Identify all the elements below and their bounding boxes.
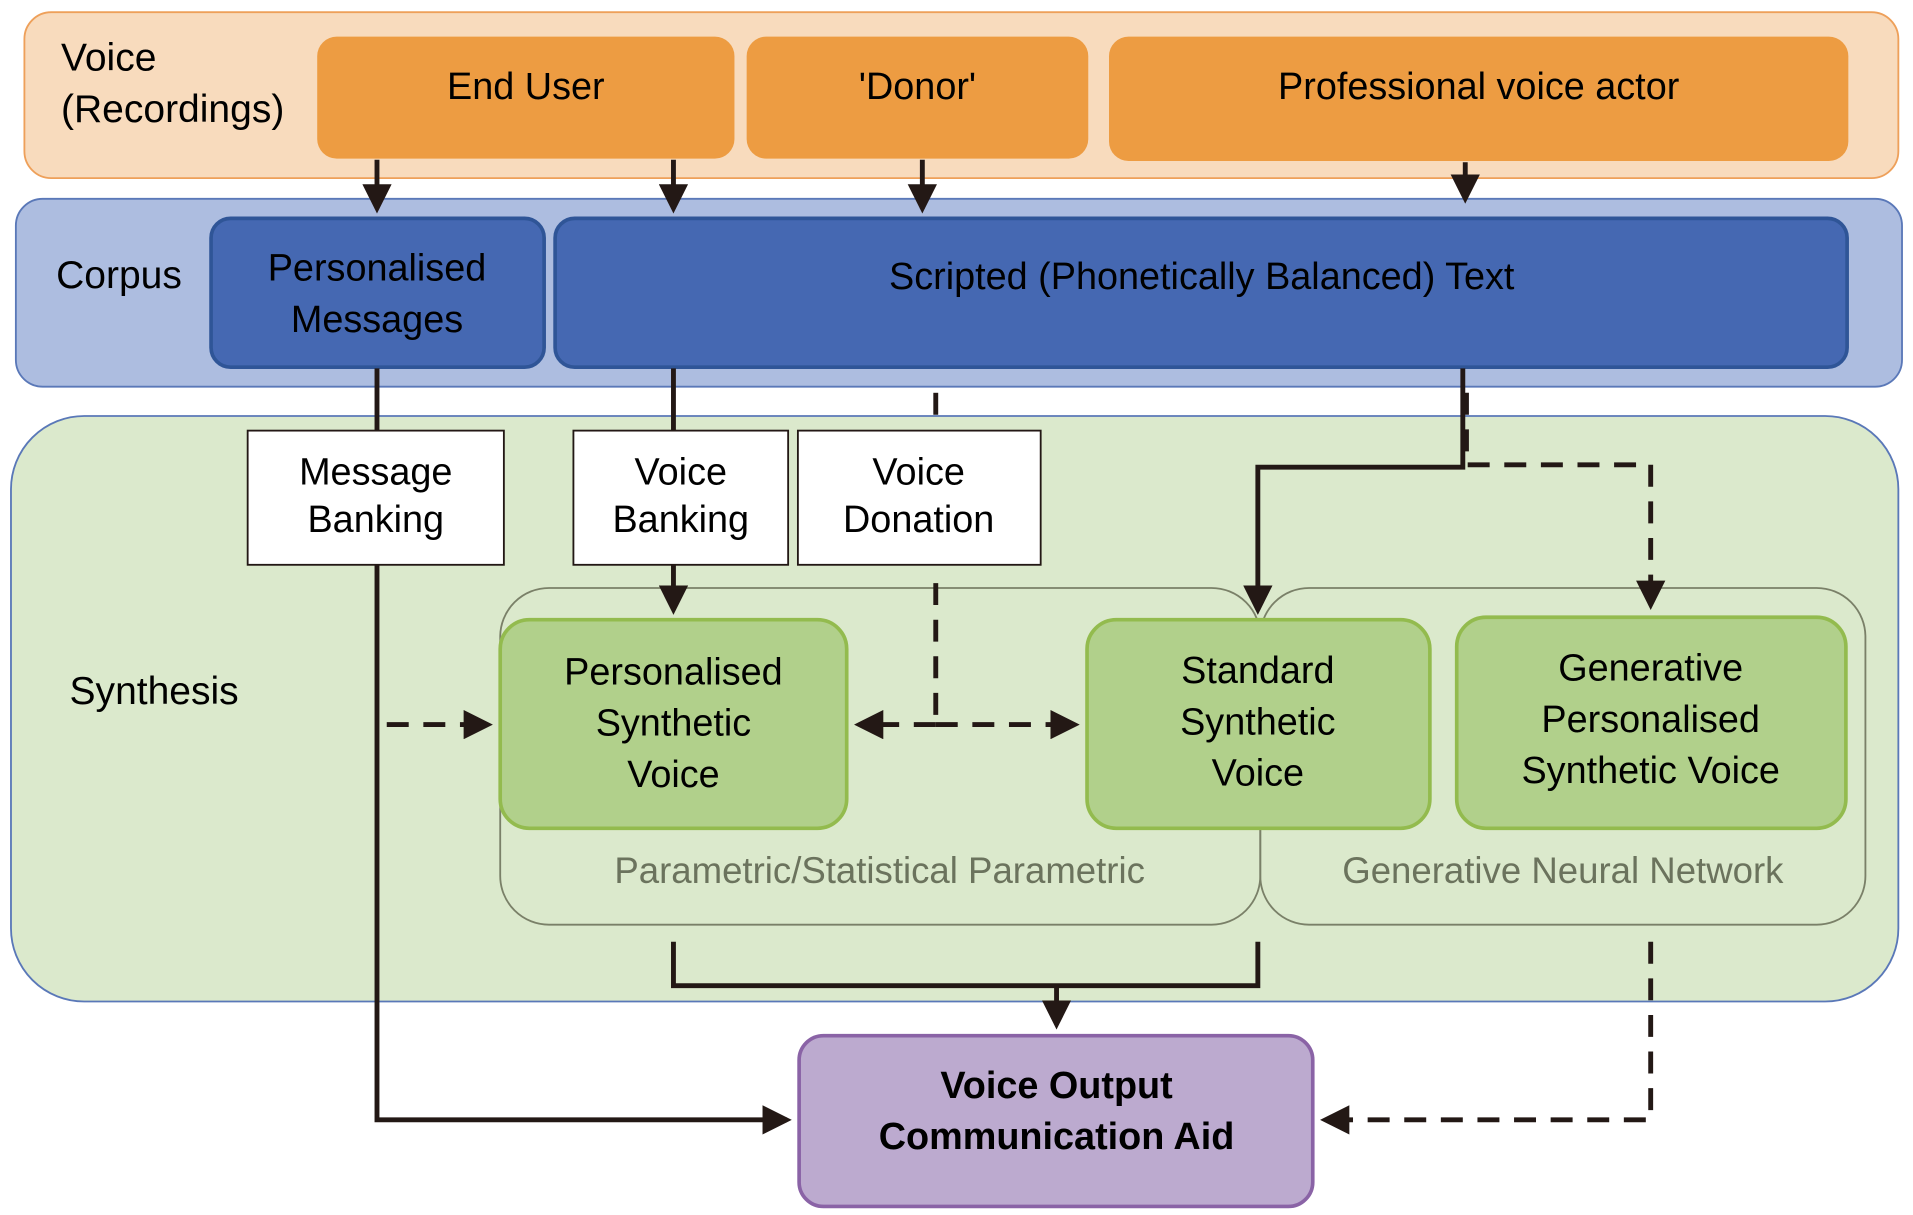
output-label-2: Communication Aid bbox=[879, 1116, 1235, 1158]
output-label-1: Voice Output bbox=[940, 1065, 1173, 1107]
synthesis-band-label: Synthesis bbox=[70, 670, 239, 713]
group-parametric-label: Parametric/Statistical Parametric bbox=[614, 850, 1145, 891]
personalised-synthetic-label-2: Synthetic bbox=[596, 703, 751, 745]
personalised-messages-label-2: Messages bbox=[291, 299, 463, 341]
generative-personalised-label-3: Synthetic Voice bbox=[1521, 750, 1779, 792]
source-professional-actor-label: Professional voice actor bbox=[1278, 66, 1679, 108]
generative-personalised-label-2: Personalised bbox=[1541, 699, 1760, 741]
personalised-synthetic-label-1: Personalised bbox=[564, 651, 783, 693]
personalised-messages-label-1: Personalised bbox=[268, 248, 487, 290]
voice-band-label: Voice bbox=[61, 37, 156, 80]
source-end-user-label: End User bbox=[447, 66, 605, 108]
source-donor-label: 'Donor' bbox=[859, 66, 976, 108]
standard-synthetic-label-2: Synthetic bbox=[1180, 701, 1335, 743]
standard-synthetic-label-3: Voice bbox=[1212, 753, 1304, 795]
scripted-text-label: Scripted (Phonetically Balanced) Text bbox=[889, 256, 1515, 298]
corpus-personalised-messages bbox=[209, 216, 546, 370]
group-neural-label: Generative Neural Network bbox=[1342, 850, 1784, 891]
voice-synthesis-diagram: Voice (Recordings) End User 'Donor' Prof… bbox=[10, 11, 1903, 1209]
voice-banking-label-1: Voice bbox=[635, 451, 727, 493]
standard-synthetic-label-1: Standard bbox=[1181, 650, 1334, 692]
message-banking-label-1: Message bbox=[299, 451, 452, 493]
message-banking-label-2: Banking bbox=[307, 499, 444, 541]
voice-banking-label-2: Banking bbox=[612, 499, 749, 541]
voice-band-label-2: (Recordings) bbox=[61, 88, 284, 131]
personalised-synthetic-label-3: Voice bbox=[627, 754, 719, 796]
voice-donation-label-1: Voice bbox=[872, 451, 964, 493]
corpus-band-label: Corpus bbox=[56, 254, 182, 297]
voice-donation-label-2: Donation bbox=[843, 499, 994, 541]
generative-personalised-label-1: Generative bbox=[1558, 648, 1743, 690]
